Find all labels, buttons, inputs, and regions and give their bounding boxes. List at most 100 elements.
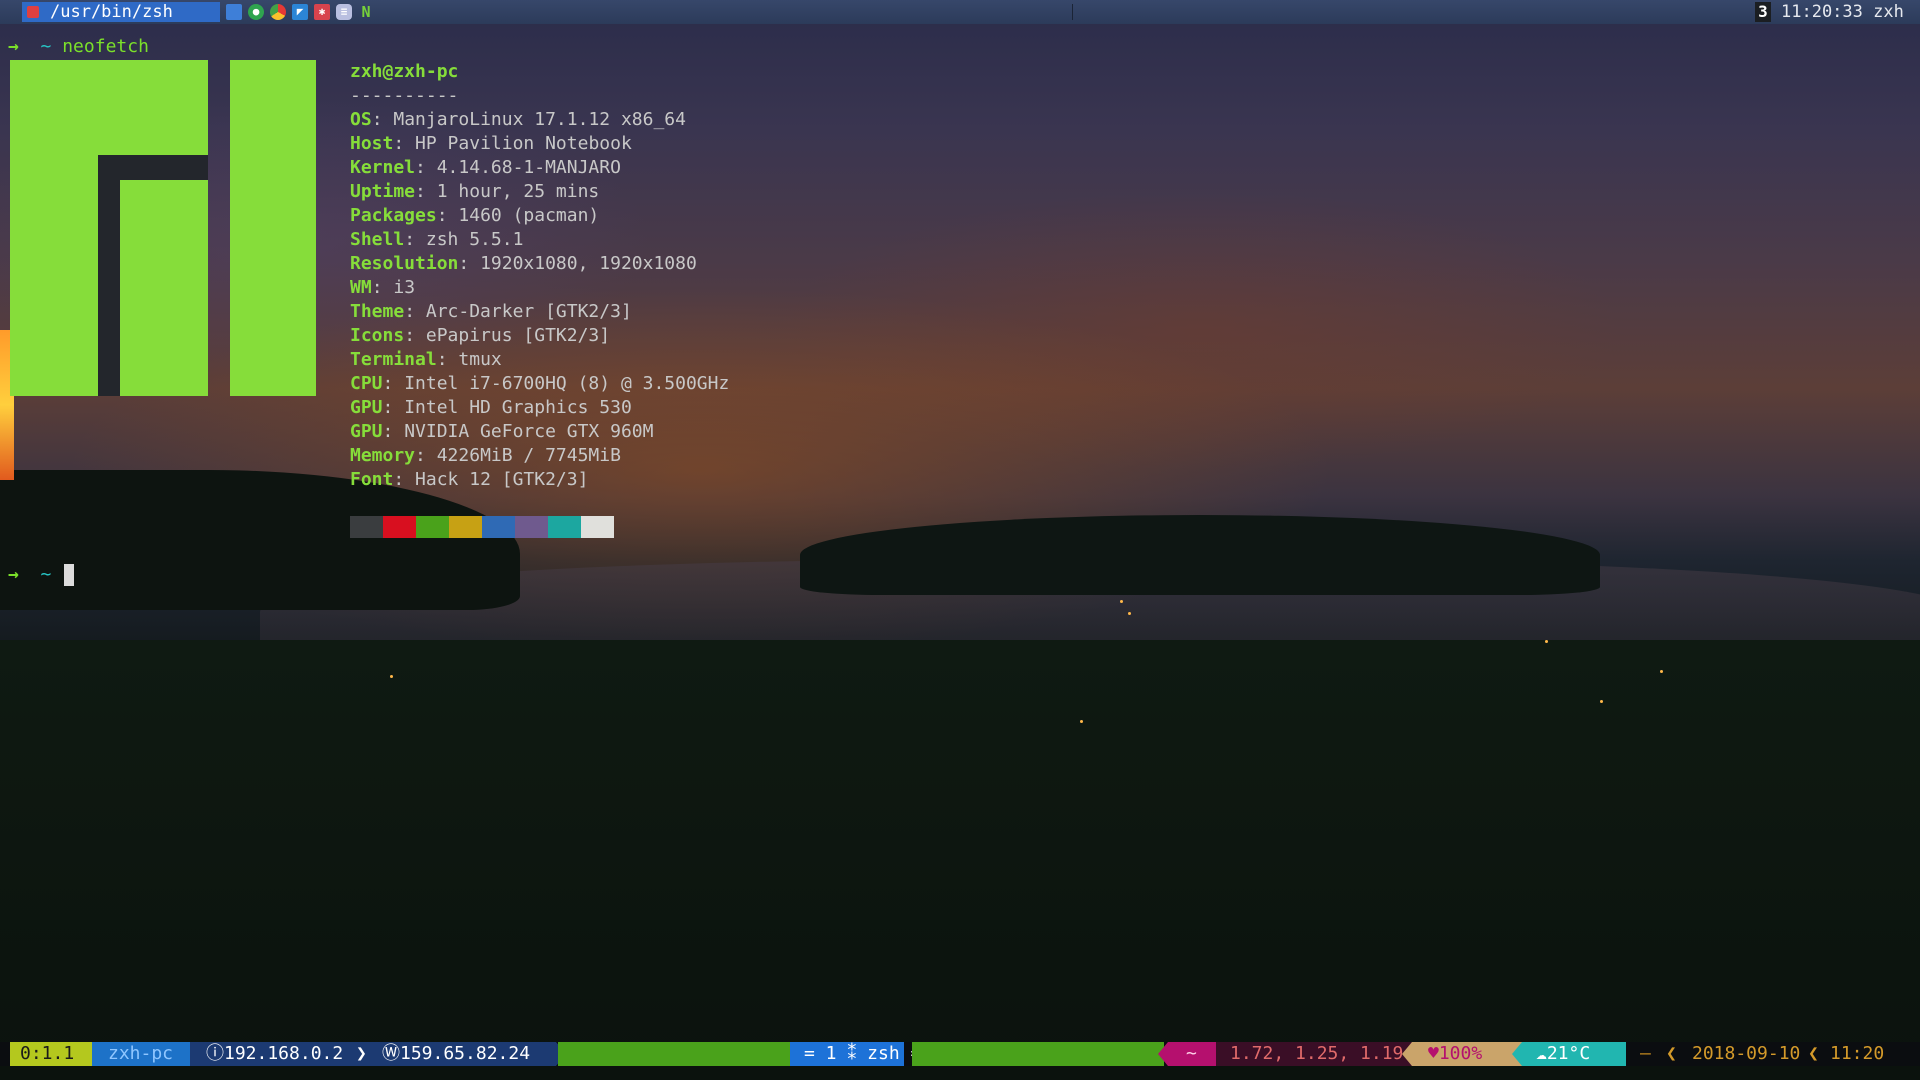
wallpaper-light (1120, 600, 1123, 603)
workspace-button[interactable]: 3 (1755, 2, 1771, 22)
prompt-directory: ~ (40, 564, 52, 585)
info-value: Intel HD Graphics 530 (404, 397, 632, 418)
info-value: 4.14.68-1-MANJARO (436, 157, 621, 178)
info-value: tmux (458, 349, 502, 370)
info-row: Host: HP Pavilion Notebook (350, 133, 632, 154)
powerline-arrow (1512, 1042, 1522, 1066)
powerline-separator-icon: ❯ (356, 1043, 367, 1064)
i3-top-bar: /usr/bin/zsh ● ◤ ✱ ≡ N 3 11:20:33 zxh (0, 0, 1920, 24)
info-value: NVIDIA GeForce GTX 960M (404, 421, 654, 442)
info-value: 4226MiB / 7745MiB (436, 445, 621, 466)
prompt-line-neofetch: → ~ neofetch (8, 36, 149, 58)
user-host-line: zxh@zxh-pc (350, 60, 1070, 84)
info-value: Hack 12 [GTK2/3] (415, 469, 589, 490)
info-value: ePapirus [GTK2/3] (425, 325, 611, 346)
info-key: Memory (350, 445, 416, 466)
tmux-window-tab[interactable]: = 1 ⁑ zsh = (790, 1042, 921, 1066)
info-row: Memory: 4226MiB / 7745MiB (350, 445, 621, 466)
info-key: Uptime (350, 181, 416, 202)
info-key: Terminal (350, 349, 437, 370)
info-row: GPU: Intel HD Graphics 530 (350, 397, 632, 418)
hangouts-icon[interactable]: ● (248, 4, 264, 20)
load-average: 1.72, 1.25, 1.19 (1216, 1042, 1412, 1066)
info-row: WM: i3 (350, 277, 416, 298)
info-value: 1920x1080, 1920x1080 (480, 253, 697, 274)
info-key: Packages (350, 205, 437, 226)
separator-line: ---------- (350, 84, 1070, 108)
info-row: Resolution: 1920x1080, 1920x1080 (350, 253, 697, 274)
battery-status: ♥100% (1412, 1042, 1522, 1066)
info-key: GPU (350, 397, 383, 418)
neofetch-info: zxh@zxh-pc ---------- OS: ManjaroLinux 1… (350, 60, 1070, 492)
info-key: Host (350, 133, 394, 154)
tmux-hostname: zxh-pc (92, 1042, 190, 1066)
wallpaper-light (1600, 700, 1603, 703)
info-row: Theme: Arc-Darker [GTK2/3] (350, 301, 632, 322)
info-row: Font: Hack 12 [GTK2/3] (350, 469, 589, 490)
info-key: WM (350, 277, 372, 298)
wallpaper-island (800, 515, 1600, 595)
vscode-icon[interactable]: ◤ (292, 4, 308, 20)
info-row: Shell: zsh 5.5.1 (350, 229, 524, 250)
palette-swatch (350, 516, 383, 538)
wallpaper-light (1545, 640, 1548, 643)
info-value: 1460 (pacman) (458, 205, 600, 226)
info-key: Theme (350, 301, 405, 322)
status-fill-right (912, 1042, 1164, 1066)
chrome-icon[interactable] (270, 4, 286, 20)
powerline-arrow (1402, 1042, 1412, 1066)
info-key: Resolution (350, 253, 459, 274)
info-key: GPU (350, 421, 383, 442)
info-value: HP Pavilion Notebook (415, 133, 632, 154)
bar-separator (1072, 4, 1073, 20)
palette-swatch (383, 516, 416, 538)
info-value: zsh 5.5.1 (425, 229, 524, 250)
wallpaper-light (1080, 720, 1083, 723)
palette-swatch (416, 516, 449, 538)
info-value: Arc-Darker [GTK2/3] (425, 301, 632, 322)
info-key: Icons (350, 325, 405, 346)
info-value: i3 (393, 277, 416, 298)
user-host: zxh@zxh-pc (350, 61, 459, 82)
status-fill-left (558, 1042, 790, 1066)
wallpaper-light (390, 675, 393, 678)
tmux-path: ~ (1168, 1042, 1216, 1066)
wallpaper-forest (0, 640, 1920, 1080)
redmine-icon[interactable]: ✱ (314, 4, 330, 20)
info-value: Intel i7-6700HQ (8) @ 3.500GHz (404, 373, 730, 394)
date: 2018-09-10 (1692, 1043, 1801, 1064)
info-key: Shell (350, 229, 405, 250)
status-dash: — (1640, 1043, 1651, 1064)
window-icon[interactable] (226, 4, 242, 20)
tmux-status-line: 0:1.1 zxh-pc ⓘ192.168.0.2 ❯ Ⓦ159.65.82.2… (0, 1042, 1920, 1066)
info-row: Icons: ePapirus [GTK2/3] (350, 325, 611, 346)
info-row: Terminal: tmux (350, 349, 502, 370)
separator: ---------- (350, 85, 459, 106)
wallpaper-light (1128, 612, 1131, 615)
lan-ip: ⓘ192.168.0.2 (190, 1042, 370, 1066)
active-window-title[interactable]: /usr/bin/zsh (22, 2, 220, 22)
info-row: Uptime: 1 hour, 25 mins (350, 181, 600, 202)
color-palette (350, 516, 614, 538)
info-row: Packages: 1460 (pacman) (350, 205, 600, 226)
system-tray: ● ◤ ✱ ≡ N (226, 4, 374, 20)
powerline-arrow (1158, 1042, 1168, 1066)
tmux-session[interactable]: 0:1.1 (10, 1042, 92, 1066)
chevron-left-icon: ❮ (1808, 1043, 1819, 1064)
info-key: CPU (350, 373, 383, 394)
prompt-arrow: → (8, 36, 19, 57)
prompt-directory: ~ (40, 36, 52, 57)
clock: 11:20:33 zxh (1781, 2, 1904, 22)
logo-middle-block (120, 180, 208, 396)
palette-swatch (449, 516, 482, 538)
palette-swatch (548, 516, 581, 538)
command-text: neofetch (62, 36, 149, 57)
palette-swatch (482, 516, 515, 538)
prompt-line-current[interactable]: → ~ (8, 564, 51, 586)
terminal-app-icon (27, 6, 39, 18)
nvidia-icon[interactable]: N (358, 4, 374, 20)
time: 11:20 (1830, 1043, 1885, 1064)
palette-swatch (581, 516, 614, 538)
network-icon[interactable]: ≡ (336, 4, 352, 20)
info-row: Kernel: 4.14.68-1-MANJARO (350, 157, 621, 178)
